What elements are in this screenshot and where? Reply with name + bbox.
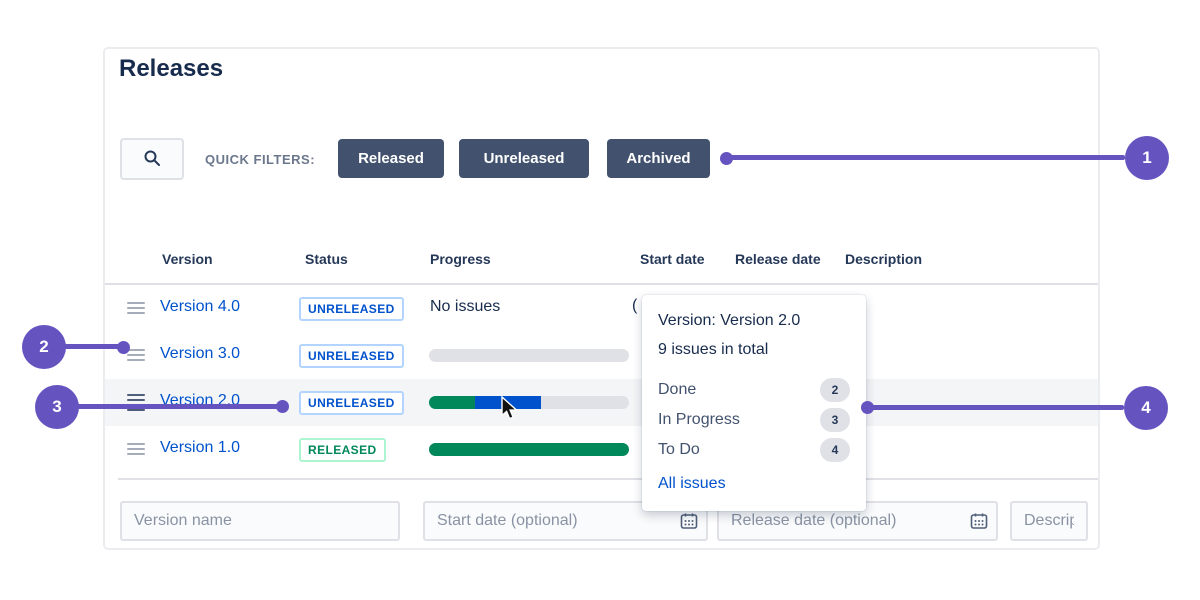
stat-in-progress: In Progress 3 bbox=[658, 405, 850, 435]
search-button[interactable] bbox=[120, 138, 184, 180]
callout-2-badge: 2 bbox=[22, 325, 66, 369]
stat-count-badge: 2 bbox=[820, 378, 850, 402]
version-link[interactable]: Version 4.0 bbox=[160, 298, 240, 316]
callout-4-badge: 4 bbox=[1124, 386, 1168, 430]
callout-1-line bbox=[726, 155, 1125, 160]
stat-label: In Progress bbox=[658, 411, 740, 429]
status-badge: RELEASED bbox=[299, 438, 386, 462]
releases-page: Releases QUICK FILTERS: Released Unrelea… bbox=[0, 0, 1200, 600]
stat-label: Done bbox=[658, 381, 696, 399]
quick-filters-label: QUICK FILTERS: bbox=[205, 152, 315, 167]
callout-4-line bbox=[868, 405, 1124, 410]
progress-bar[interactable] bbox=[429, 443, 629, 456]
column-header-description: Description bbox=[845, 251, 922, 267]
column-header-release-date: Release date bbox=[735, 251, 821, 267]
releases-panel: Releases QUICK FILTERS: Released Unrelea… bbox=[103, 47, 1100, 550]
search-icon bbox=[143, 149, 161, 170]
stat-label: To Do bbox=[658, 441, 700, 459]
all-issues-link[interactable]: All issues bbox=[658, 475, 726, 493]
progress-bar[interactable] bbox=[429, 349, 629, 362]
drag-handle-icon[interactable] bbox=[127, 349, 145, 364]
filter-archived-button[interactable]: Archived bbox=[607, 139, 710, 178]
filter-unreleased-button[interactable]: Unreleased bbox=[459, 139, 589, 178]
stat-done: Done 2 bbox=[658, 375, 850, 405]
drag-handle-icon[interactable] bbox=[127, 302, 145, 317]
version-name-field bbox=[120, 501, 400, 541]
version-link[interactable]: Version 1.0 bbox=[160, 439, 240, 457]
callout-2-dot bbox=[117, 341, 130, 354]
callout-2-line bbox=[64, 344, 120, 349]
stat-to-do: To Do 4 bbox=[658, 435, 850, 465]
progress-inprogress bbox=[475, 396, 541, 409]
callout-3-badge: 3 bbox=[35, 385, 79, 429]
popup-version-title: Version: Version 2.0 bbox=[658, 310, 850, 332]
status-badge: UNRELEASED bbox=[299, 344, 404, 368]
column-header-version: Version bbox=[162, 251, 213, 267]
filter-released-button[interactable]: Released bbox=[338, 139, 444, 178]
callout-3-line bbox=[77, 404, 279, 409]
popup-stats: Done 2 In Progress 3 To Do 4 bbox=[658, 375, 850, 465]
version-name-input[interactable] bbox=[120, 501, 400, 541]
column-header-progress: Progress bbox=[430, 251, 491, 267]
page-title: Releases bbox=[119, 55, 223, 83]
table-row: Version 4.0 UNRELEASED No issues bbox=[105, 285, 1098, 332]
status-badge: UNRELEASED bbox=[299, 391, 404, 415]
description-field bbox=[1010, 501, 1088, 541]
progress-bar[interactable] bbox=[429, 396, 629, 409]
table-row: Version 1.0 RELEASED bbox=[105, 426, 1098, 473]
callout-3-dot bbox=[276, 400, 289, 413]
progress-done bbox=[429, 396, 475, 409]
table-row: Version 3.0 UNRELEASED bbox=[105, 332, 1098, 379]
status-badge: UNRELEASED bbox=[299, 297, 404, 321]
progress-done bbox=[429, 443, 629, 456]
drag-handle-icon[interactable] bbox=[127, 443, 145, 458]
popup-issue-total: 9 issues in total bbox=[658, 339, 850, 361]
stat-count-badge: 3 bbox=[820, 408, 850, 432]
column-header-status: Status bbox=[305, 251, 348, 267]
version-link[interactable]: Version 3.0 bbox=[160, 345, 240, 363]
callout-1-badge: 1 bbox=[1125, 136, 1169, 180]
table-bottom-divider bbox=[118, 478, 1098, 480]
stat-count-badge: 4 bbox=[820, 438, 850, 462]
column-header-start-date: Start date bbox=[640, 251, 705, 267]
table-row: Version 2.0 UNRELEASED bbox=[105, 379, 1098, 426]
version-progress-popup: Version: Version 2.0 9 issues in total D… bbox=[642, 295, 866, 511]
description-input[interactable] bbox=[1010, 501, 1088, 541]
clipped-start-date-text: ( bbox=[632, 297, 637, 315]
progress-text: No issues bbox=[430, 298, 500, 316]
